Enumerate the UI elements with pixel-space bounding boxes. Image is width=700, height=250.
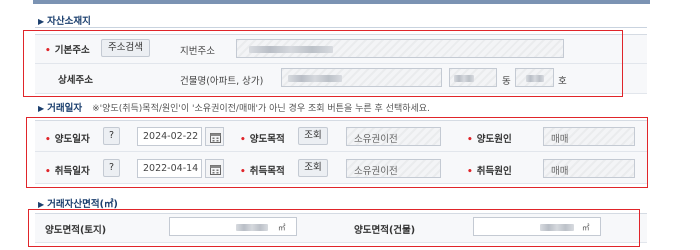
instruction-note: ※'양도(취득)목적/원인'이 '소유권이전/매매'가 아닌 경우 조회 버튼을… xyxy=(92,104,430,114)
highlight-box-dates xyxy=(26,117,648,188)
section-divider xyxy=(35,27,647,28)
top-border-bar xyxy=(33,0,650,4)
highlight-box-area xyxy=(28,209,640,247)
triangle-right-icon: ▶ xyxy=(38,17,45,26)
section-title-area: ▶ 거래자산면적(㎡) xyxy=(38,199,118,210)
triangle-right-icon: ▶ xyxy=(38,104,45,113)
highlight-box-location xyxy=(23,30,623,97)
section-title-party: ▶ 거래일자 ※'양도(취득)목적/원인'이 '소유권이전/매매'가 아닌 경우 조… xyxy=(38,103,430,114)
triangle-right-icon: ▶ xyxy=(38,200,45,209)
section-title-location: ▶ 자산소재지 xyxy=(38,16,91,27)
